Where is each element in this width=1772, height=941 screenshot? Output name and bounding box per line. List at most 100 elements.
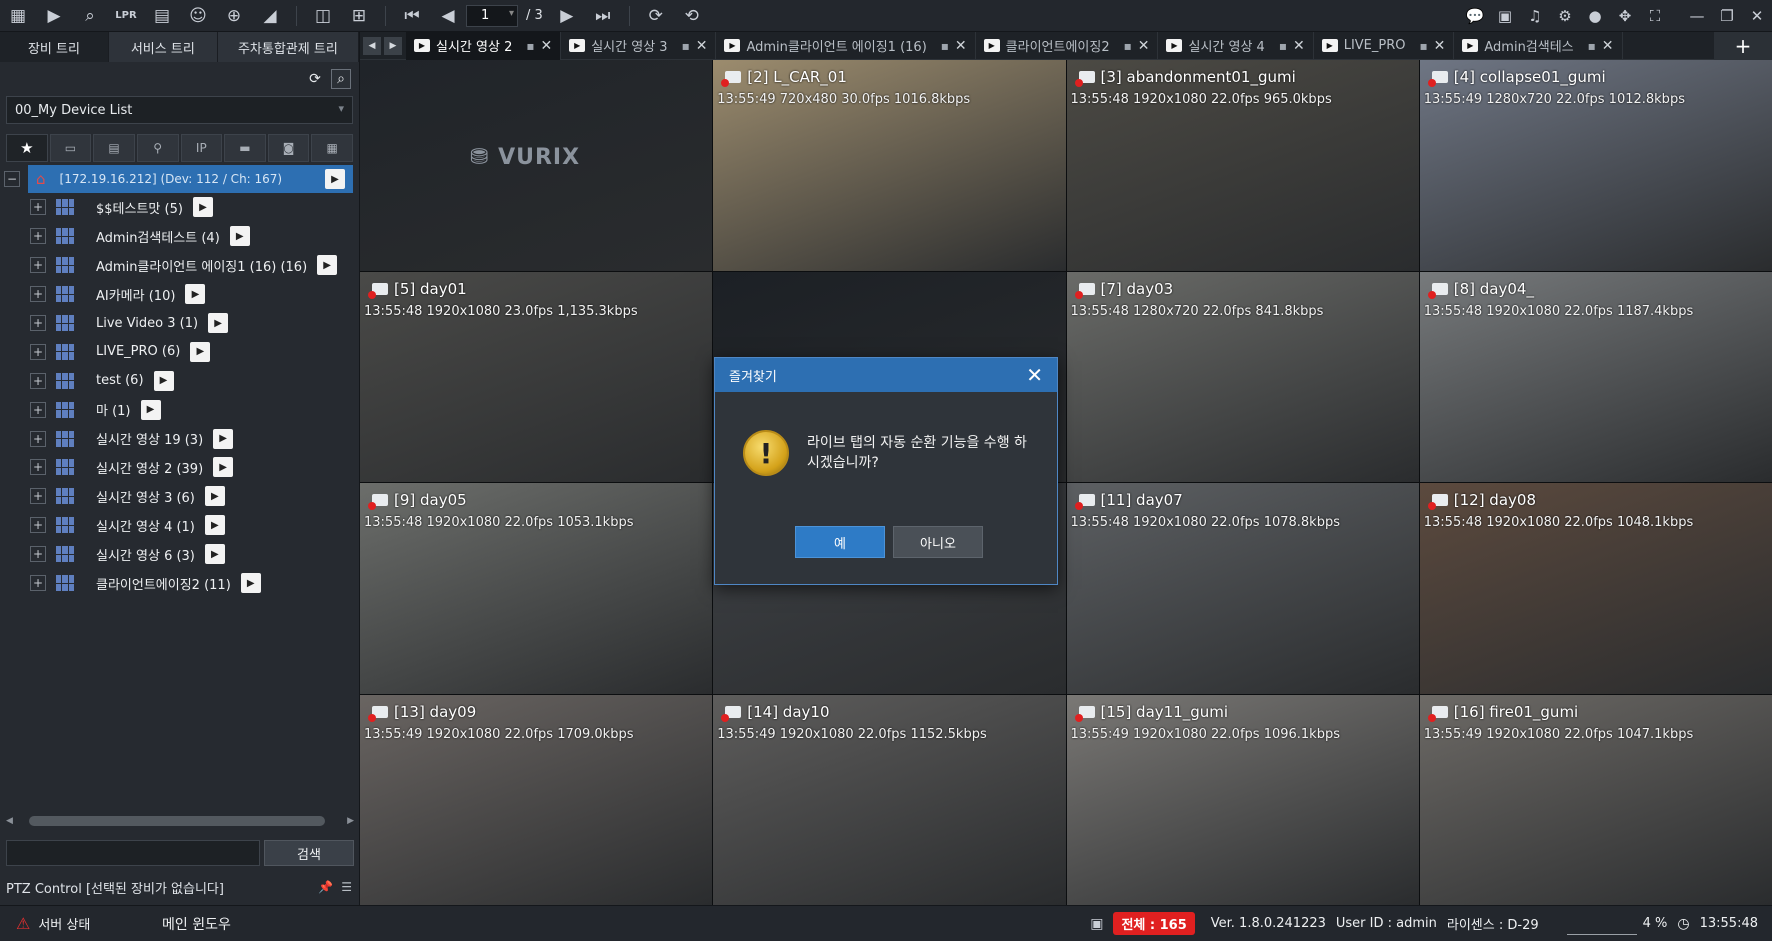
tree-item[interactable]: + Admin검색테스트 (4) ▶ — [0, 222, 359, 251]
chat-icon[interactable]: 💬 — [1460, 0, 1490, 32]
tree-item[interactable]: + test (6) ▶ — [0, 366, 359, 395]
minimize-icon[interactable]: — — [1682, 0, 1712, 32]
server-status[interactable]: ⚠ 서버 상태 — [0, 914, 160, 933]
filter-ip[interactable]: IP — [180, 134, 223, 162]
expand-toggle[interactable]: + — [30, 315, 46, 331]
play-icon[interactable]: ▶ — [213, 428, 234, 449]
camera-list-icon[interactable]: ▤ — [144, 0, 180, 32]
tree-item[interactable]: + 실시간 영상 19 (3) ▶ — [0, 424, 359, 453]
tab-close-icon[interactable]: ✕ — [1293, 38, 1305, 54]
move-icon[interactable]: ✥ — [1610, 0, 1640, 32]
tab-close-icon[interactable]: ✕ — [1602, 38, 1614, 54]
auto-cycle-icon[interactable]: ⟲ — [674, 0, 710, 32]
collapse-toggle[interactable]: − — [4, 171, 20, 187]
expand-toggle[interactable]: + — [30, 459, 46, 476]
tab-service-tree[interactable]: 서비스 트리 — [108, 32, 218, 62]
map-marker-icon[interactable]: ⊕ — [216, 0, 252, 32]
search-button[interactable]: 검색 — [264, 840, 354, 866]
gear-icon[interactable]: ⚙ — [1550, 0, 1580, 32]
play-icon[interactable]: ▶ — [153, 370, 174, 391]
last-page-icon[interactable]: ⏭ — [585, 0, 621, 32]
camera-tile[interactable]: [12] day08 13:55:48 1920x1080 22.0fps 104… — [1419, 483, 1772, 694]
live-tab[interactable]: ▶ Admin검색테스 ▪ ✕ — [1454, 31, 1623, 60]
camera-tile[interactable]: [15] day11_gumi 13:55:49 1920x1080 22.0fp… — [1066, 694, 1419, 905]
tree-item[interactable]: + 실시간 영상 3 (6) ▶ — [0, 482, 359, 511]
prev-page-icon[interactable]: ◀ — [430, 0, 466, 32]
video-search-icon[interactable]: ⌕ — [72, 0, 108, 32]
search-icon[interactable]: ⌕ — [331, 69, 351, 89]
refresh-icon[interactable]: ⟳ — [305, 69, 325, 89]
close-icon[interactable]: ✕ — [1742, 0, 1772, 32]
tree-item[interactable]: + AI카메라 (10) ▶ — [0, 280, 359, 309]
add-layout-icon[interactable]: ⊞ — [341, 0, 377, 32]
expand-toggle[interactable]: + — [30, 199, 46, 216]
expand-toggle[interactable]: + — [30, 488, 46, 505]
camera-tile[interactable]: [14] day10 13:55:49 1920x1080 22.0fps 115… — [713, 694, 1066, 905]
main-window-label[interactable]: 메인 윈도우 — [160, 914, 231, 934]
live-tab[interactable]: ▶ 실시간 영상 2 ▪ ✕ — [406, 31, 562, 60]
filter-folder[interactable]: ▭ — [49, 134, 92, 162]
tree-root[interactable]: − ⌂ [172.19.16.212] (Dev: 112 / Ch: 167)… — [4, 165, 353, 193]
camera-tile[interactable]: [11] day07 13:55:48 1920x1080 22.0fps 107… — [1066, 483, 1419, 694]
restore-icon[interactable]: ❐ — [1712, 0, 1742, 32]
tab-device-tree[interactable]: 장비 트리 — [0, 32, 109, 62]
filter-camera[interactable]: ▬ — [224, 134, 266, 162]
broadcast-icon[interactable]: ◢ — [252, 0, 288, 32]
tab-close-icon[interactable]: ✕ — [696, 38, 708, 54]
scroll-left-icon[interactable]: ◀ — [6, 816, 13, 826]
tree-item[interactable]: + 클라이언트에이징2 (11) ▶ — [0, 569, 359, 598]
lpr-icon[interactable]: LPR — [108, 0, 144, 32]
tab-close-icon[interactable]: ✕ — [1434, 38, 1446, 54]
filter-search[interactable]: ⚲ — [136, 134, 179, 162]
tree-item[interactable]: + 실시간 영상 6 (3) ▶ — [0, 540, 359, 569]
tab-minimize-icon[interactable]: ▪ — [682, 39, 690, 53]
camera-tile[interactable]: [7] day03 13:55:48 1280x720 22.0fps 841.8… — [1066, 271, 1419, 482]
monitor-icon[interactable]: ▣ — [1490, 0, 1520, 32]
tree-search-input[interactable] — [6, 840, 260, 866]
tab-minimize-icon[interactable]: ▪ — [1420, 39, 1428, 53]
tab-minimize-icon[interactable]: ▪ — [1124, 39, 1132, 53]
play-icon[interactable]: ▶ — [229, 226, 250, 247]
menu-icon[interactable]: ☰ — [341, 880, 352, 894]
tab-parking-tree[interactable]: 주차통합관제 트리 — [217, 32, 359, 62]
expand-toggle[interactable]: + — [30, 401, 46, 418]
tab-minimize-icon[interactable]: ▪ — [1588, 39, 1596, 53]
live-tab[interactable]: ▶ 클라이언트에이징2 ▪ ✕ — [976, 31, 1159, 60]
live-tab[interactable]: ▶ LIVE_PRO ▪ ✕ — [1314, 31, 1455, 60]
live-tab[interactable]: ▶ 실시간 영상 3 ▪ ✕ — [561, 31, 717, 60]
camera-tile[interactable]: ⛃ VURIX — [360, 60, 713, 271]
pin-icon[interactable]: 📌 — [318, 880, 333, 894]
add-tab-button[interactable]: + — [1714, 31, 1772, 60]
page-selector[interactable]: 1 — [466, 4, 518, 27]
user-icon[interactable]: ● — [1580, 0, 1610, 32]
tab-minimize-icon[interactable]: ▪ — [941, 39, 949, 53]
tab-scroll-right-icon[interactable]: ▶ — [384, 36, 402, 55]
filter-grid[interactable]: ▦ — [311, 134, 353, 162]
person-search-icon[interactable]: ☺ — [180, 0, 216, 32]
camera-tile[interactable]: [16] fire01_gumi 13:55:49 1920x1080 22.0f… — [1419, 694, 1772, 905]
play-icon[interactable]: ▶ — [192, 197, 213, 218]
tree-item[interactable]: + 마 (1) ▶ — [0, 395, 359, 424]
apps-grid-icon[interactable]: ▦ — [0, 0, 36, 32]
camera-tile[interactable]: [3] abandonment01_gumi 13:55:48 1920x1080… — [1066, 60, 1419, 271]
next-page-icon[interactable]: ▶ — [549, 0, 585, 32]
play-icon[interactable]: ▶ — [204, 515, 225, 536]
camera-tile[interactable]: [13] day09 13:55:49 1920x1080 22.0fps 170… — [360, 694, 713, 905]
tree-item[interactable]: + $$테스트맛 (5) ▶ — [0, 193, 359, 222]
expand-toggle[interactable]: + — [30, 257, 46, 274]
tree-item[interactable]: + 실시간 영상 4 (1) ▶ — [0, 511, 359, 540]
expand-toggle[interactable]: + — [30, 343, 46, 360]
filter-device[interactable]: ◙ — [267, 134, 310, 162]
no-button[interactable]: 아니오 — [893, 526, 983, 558]
play-icon[interactable]: ▶ — [213, 457, 234, 478]
filter-favorite[interactable]: ★ — [6, 134, 48, 162]
camera-tile[interactable]: [5] day01 13:55:48 1920x1080 23.0fps 1,13… — [360, 271, 713, 482]
device-list-select[interactable]: 00_My Device List — [6, 96, 353, 124]
live-tab[interactable]: ▶ Admin클라이언트 에이징1 (16) ▪ ✕ — [716, 31, 976, 60]
camera-tile[interactable]: [4] collapse01_gumi 13:55:49 1280x720 22.… — [1419, 60, 1772, 271]
tree-item[interactable]: + Admin클라이언트 에이징1 (16) (16) ▶ — [0, 251, 359, 280]
expand-toggle[interactable]: + — [30, 430, 46, 447]
tree-item[interactable]: + 실시간 영상 2 (39) ▶ — [0, 453, 359, 482]
first-page-icon[interactable]: ⏮ — [394, 0, 430, 32]
tree-root-selected[interactable]: ⌂ [172.19.16.212] (Dev: 112 / Ch: 167) ▶ — [28, 165, 353, 193]
